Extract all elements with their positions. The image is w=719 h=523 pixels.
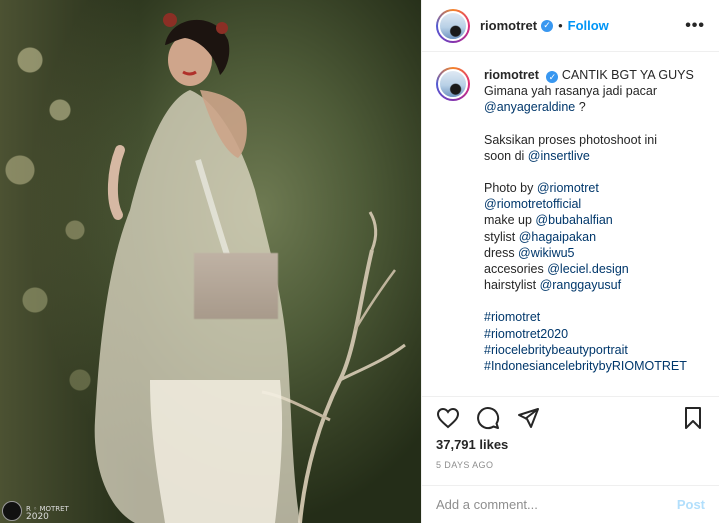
- hashtag-link[interactable]: #riomotret2020: [484, 327, 568, 341]
- actions-divider: [422, 396, 719, 397]
- hashtag-link[interactable]: #IndonesiancelebritybyRIOMOTRET: [484, 359, 687, 373]
- post-photo[interactable]: R ◦ MOTRET 2020: [0, 0, 421, 523]
- bookmark-icon[interactable]: [681, 406, 705, 430]
- caption-line: hairstylist @ranggayusuf: [484, 277, 705, 293]
- caption-line: Gimana yah rasanya jadi pacar: [484, 83, 705, 99]
- censor-blur: [194, 253, 278, 319]
- verified-icon: ✓: [546, 71, 559, 84]
- watermark-logo: [2, 501, 22, 521]
- caption-line: stylist @hagaipakan: [484, 229, 705, 245]
- caption-line: #riocelebritybeautyportrait: [484, 342, 705, 358]
- caption-line: #riomotret2020: [484, 326, 705, 342]
- caption-gap: [484, 164, 705, 180]
- mention-link[interactable]: @ranggayusuf: [540, 278, 622, 292]
- hashtag-link[interactable]: #riomotret: [484, 310, 540, 324]
- comment-input[interactable]: [436, 497, 677, 512]
- follow-button[interactable]: Follow: [568, 18, 609, 33]
- caption-line: Saksikan proses photoshoot ini: [484, 132, 705, 148]
- watermark-year: 2020: [26, 512, 49, 522]
- likes-count[interactable]: 37,791 likes: [436, 437, 508, 452]
- mention-link[interactable]: @hagaipakan: [519, 230, 596, 244]
- caption-line: soon di @insertlive: [484, 148, 705, 164]
- caption-line-text: CANTIK BGT YA GUYS: [561, 68, 694, 82]
- photo-watermark: R ◦ MOTRET 2020: [2, 501, 69, 522]
- caption-line-text: dress: [484, 245, 519, 260]
- caption-line-text: Photo by: [484, 181, 537, 196]
- mention-link[interactable]: @riomotret: [537, 181, 599, 195]
- caption-line-text: accesories: [484, 262, 548, 277]
- caption-gap: [484, 293, 705, 309]
- separator-dot: •: [558, 18, 563, 33]
- mention-link[interactable]: @wikiwu5: [518, 246, 574, 260]
- post-side-panel: riomotret ✓ • Follow ••• riomotret ✓ CAN…: [421, 0, 719, 523]
- comment-bar: Post: [422, 485, 719, 523]
- action-bar: [436, 402, 705, 434]
- caption-username[interactable]: riomotret: [484, 68, 539, 82]
- share-icon[interactable]: [516, 406, 540, 430]
- caption-line: accesories @leciel.design: [484, 261, 705, 277]
- more-options-icon[interactable]: •••: [685, 17, 705, 35]
- post-timestamp[interactable]: 5 DAYS AGO: [436, 460, 493, 470]
- caption-line: @anyageraldine ?: [484, 99, 705, 115]
- post-header: riomotret ✓ • Follow •••: [422, 0, 719, 52]
- comment-icon[interactable]: [476, 406, 500, 430]
- caption-avatar[interactable]: [436, 67, 470, 101]
- caption-line-text: stylist: [484, 229, 519, 244]
- caption-line: CANTIK BGT YA GUYS: [562, 68, 694, 82]
- mention-link[interactable]: @anyageraldine: [484, 100, 575, 114]
- caption-area: riomotret ✓ CANTIK BGT YA GUYS Gimana yah…: [422, 52, 719, 392]
- post-comment-button[interactable]: Post: [677, 497, 705, 512]
- author-username[interactable]: riomotret: [480, 18, 537, 33]
- caption-line-text: soon di: [484, 148, 528, 163]
- instagram-post: R ◦ MOTRET 2020 riomotret ✓ • Follow •••…: [0, 0, 719, 523]
- mention-link[interactable]: @insertlive: [528, 149, 590, 163]
- mention-link[interactable]: @bubahalfian: [535, 213, 612, 227]
- verified-icon: ✓: [541, 19, 554, 32]
- caption-line-text: Saksikan proses photoshoot ini: [484, 132, 658, 147]
- caption-line-text: hairstylist: [484, 278, 540, 293]
- caption-line-suffix: ?: [575, 100, 586, 115]
- heart-icon[interactable]: [436, 406, 460, 430]
- caption-line-text: make up: [484, 213, 536, 228]
- caption-line: #riomotret: [484, 309, 705, 325]
- caption-line: dress @wikiwu5: [484, 245, 705, 261]
- caption-line-text: Gimana yah rasanya jadi pacar: [484, 84, 658, 99]
- caption-line: Photo by @riomotret: [484, 180, 705, 196]
- mention-link[interactable]: @leciel.design: [547, 262, 628, 276]
- caption-gap: [484, 116, 705, 132]
- caption-line: @riomotretofficial: [484, 196, 705, 212]
- caption-text: riomotret ✓ CANTIK BGT YA GUYS Gimana yah…: [484, 67, 705, 392]
- hashtag-link[interactable]: #riocelebritybeautyportrait: [484, 343, 628, 357]
- caption-line: #IndonesiancelebritybyRIOMOTRET: [484, 358, 705, 374]
- caption-line: make up @bubahalfian: [484, 212, 705, 228]
- mention-link[interactable]: @riomotretofficial: [484, 197, 581, 211]
- author-avatar[interactable]: [436, 8, 470, 43]
